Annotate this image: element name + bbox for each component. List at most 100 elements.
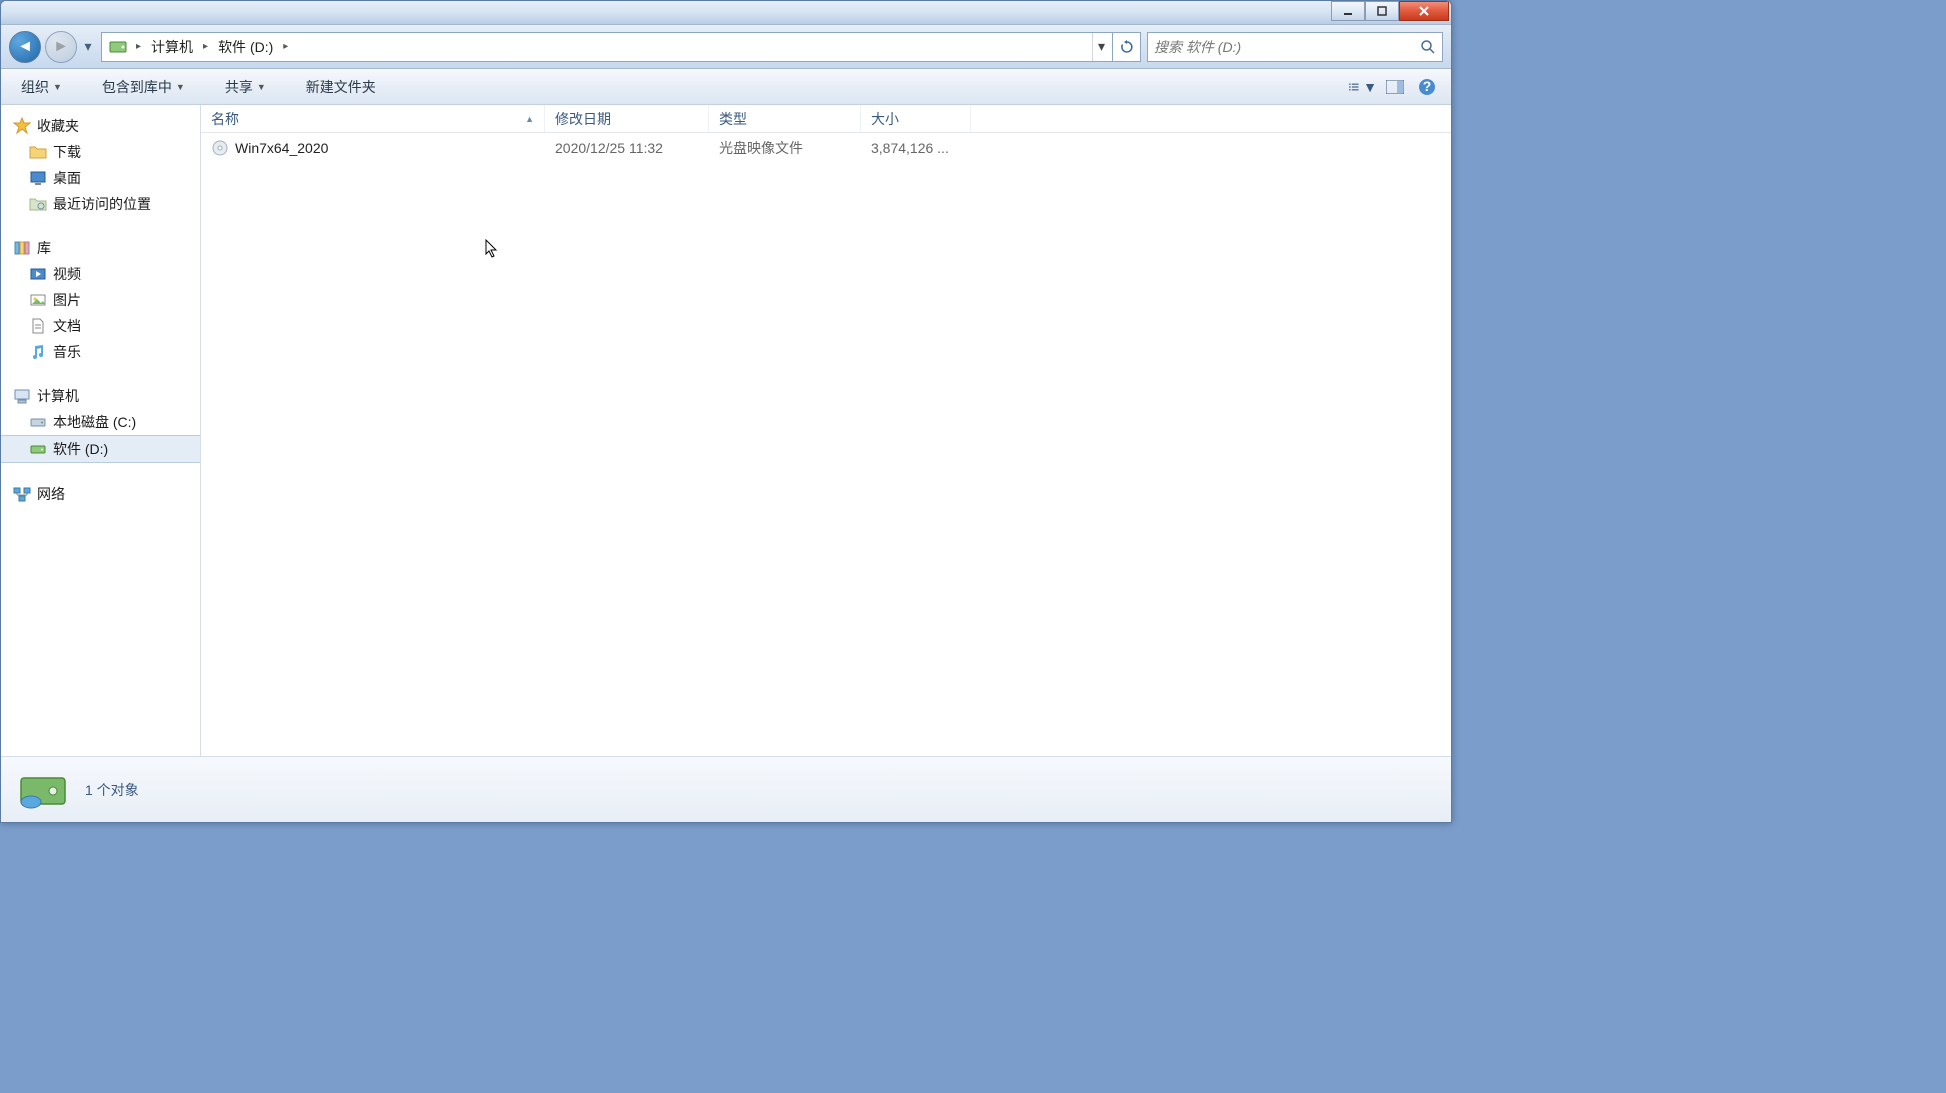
arrow-left-icon: ◄: [17, 38, 33, 56]
sidebar-item-label: 本地磁盘 (C:): [53, 412, 136, 432]
sidebar-item-label: 桌面: [53, 168, 81, 188]
drive-thumbnail-icon: [15, 766, 71, 814]
share-button[interactable]: 共享 ▼: [215, 73, 276, 101]
library-icon: [13, 239, 31, 257]
sidebar-item-recent[interactable]: 最近访问的位置: [1, 191, 200, 217]
refresh-button[interactable]: [1113, 32, 1141, 62]
file-list: 名称 ▲ 修改日期 类型 大小 Win7x64_2020 2020/1: [201, 105, 1451, 756]
column-name[interactable]: 名称 ▲: [201, 105, 545, 132]
picture-icon: [29, 291, 47, 309]
sidebar-item-pictures[interactable]: 图片: [1, 287, 200, 313]
organize-button[interactable]: 组织▼: [11, 73, 72, 101]
sidebar-item-drive-d[interactable]: 软件 (D:): [1, 435, 200, 463]
maximize-button[interactable]: [1365, 1, 1399, 21]
favorites-label: 收藏夹: [37, 116, 79, 136]
svg-text:?: ?: [1423, 78, 1432, 94]
sidebar-item-downloads[interactable]: 下载: [1, 139, 200, 165]
new-folder-button[interactable]: 新建文件夹: [296, 73, 386, 101]
sidebar-item-music[interactable]: 音乐: [1, 339, 200, 365]
file-row[interactable]: Win7x64_2020 2020/12/25 11:32 光盘映像文件 3,8…: [201, 133, 1451, 163]
list-view-icon: [1349, 80, 1359, 94]
network-icon: [13, 485, 31, 503]
sidebar-item-videos[interactable]: 视频: [1, 261, 200, 287]
column-headers: 名称 ▲ 修改日期 类型 大小: [201, 105, 1451, 133]
status-bar: 1 个对象: [1, 756, 1451, 822]
breadcrumb-computer[interactable]: 计算机: [145, 33, 199, 61]
breadcrumb-sep-icon: ▸: [132, 41, 145, 52]
file-name: Win7x64_2020: [235, 140, 328, 156]
view-options-button[interactable]: ▼: [1349, 73, 1377, 101]
help-icon: ?: [1418, 78, 1436, 96]
preview-pane-icon: [1386, 80, 1404, 94]
sidebar-item-label: 图片: [53, 290, 81, 310]
search-input[interactable]: [1154, 39, 1420, 55]
sidebar-item-label: 软件 (D:): [53, 439, 108, 459]
nav-history-dropdown[interactable]: ▾: [81, 38, 95, 55]
new-folder-label: 新建文件夹: [306, 77, 376, 97]
drive-icon: [108, 37, 128, 57]
close-button[interactable]: [1399, 1, 1449, 21]
main-area: 收藏夹 下载 桌面 最近访问的位置 库: [1, 105, 1451, 756]
network-group: 网络: [1, 481, 200, 507]
explorer-window: ◄ ► ▾ ▸ 计算机 ▸ 软件 (D:) ▸ ▾ 组织▼ 包含到库中▼: [0, 0, 1452, 823]
help-button[interactable]: ?: [1413, 73, 1441, 101]
forward-button[interactable]: ►: [45, 31, 77, 63]
computer-group: 计算机 本地磁盘 (C:) 软件 (D:): [1, 383, 200, 463]
back-button[interactable]: ◄: [9, 31, 41, 63]
sidebar-item-label: 下载: [53, 142, 81, 162]
sidebar-libraries[interactable]: 库: [1, 235, 200, 261]
column-type[interactable]: 类型: [709, 105, 861, 132]
status-text: 1 个对象: [85, 780, 139, 800]
address-dropdown[interactable]: ▾: [1092, 33, 1110, 61]
breadcrumb-sep-icon: ▸: [199, 41, 212, 52]
computer-label: 计算机: [37, 386, 79, 406]
navigation-sidebar: 收藏夹 下载 桌面 最近访问的位置 库: [1, 105, 201, 756]
breadcrumb-sep-icon: ▸: [279, 41, 292, 52]
drive-icon: [29, 413, 47, 431]
breadcrumb-drive[interactable]: 软件 (D:): [212, 33, 279, 61]
sidebar-item-label: 文档: [53, 316, 81, 336]
chevron-down-icon: ▼: [53, 82, 62, 92]
column-date-label: 修改日期: [555, 109, 611, 129]
minimize-button[interactable]: [1331, 1, 1365, 21]
iso-file-icon: [211, 139, 229, 157]
document-icon: [29, 317, 47, 335]
address-bar-row: ◄ ► ▾ ▸ 计算机 ▸ 软件 (D:) ▸ ▾: [1, 25, 1451, 69]
column-type-label: 类型: [719, 109, 747, 129]
file-name-cell: Win7x64_2020: [201, 139, 545, 157]
network-label: 网络: [37, 484, 65, 504]
address-box[interactable]: ▸ 计算机 ▸ 软件 (D:) ▸ ▾: [101, 32, 1113, 62]
recent-icon: [29, 195, 47, 213]
sidebar-item-drive-c[interactable]: 本地磁盘 (C:): [1, 409, 200, 435]
file-date: 2020/12/25 11:32: [545, 140, 709, 156]
toolbar: 组织▼ 包含到库中▼ 共享▼ 新建文件夹 ▼ ?: [1, 69, 1451, 105]
include-label: 包含到库中: [102, 77, 172, 97]
column-size-label: 大小: [871, 109, 899, 129]
search-box[interactable]: [1147, 32, 1443, 62]
chevron-down-icon: ▼: [1363, 79, 1377, 95]
chevron-down-icon: ▼: [257, 82, 266, 92]
arrow-right-icon: ►: [53, 38, 69, 56]
column-date[interactable]: 修改日期: [545, 105, 709, 132]
column-size[interactable]: 大小: [861, 105, 971, 132]
desktop-icon: [29, 169, 47, 187]
sidebar-item-label: 最近访问的位置: [53, 194, 151, 214]
share-label: 共享: [225, 77, 253, 97]
preview-pane-button[interactable]: [1381, 73, 1409, 101]
libraries-group: 库 视频 图片 文档 音乐: [1, 235, 200, 365]
window-controls: [1331, 1, 1449, 21]
file-size: 3,874,126 ...: [861, 140, 971, 156]
file-type: 光盘映像文件: [709, 138, 861, 158]
sidebar-item-label: 视频: [53, 264, 81, 284]
include-library-button[interactable]: 包含到库中▼: [92, 73, 195, 101]
sidebar-network[interactable]: 网络: [1, 481, 200, 507]
sidebar-computer[interactable]: 计算机: [1, 383, 200, 409]
sidebar-favorites[interactable]: 收藏夹: [1, 113, 200, 139]
sidebar-item-documents[interactable]: 文档: [1, 313, 200, 339]
sort-ascending-icon: ▲: [525, 114, 534, 124]
favorites-group: 收藏夹 下载 桌面 最近访问的位置: [1, 113, 200, 217]
folder-icon: [29, 143, 47, 161]
search-icon: [1420, 39, 1436, 55]
sidebar-item-desktop[interactable]: 桌面: [1, 165, 200, 191]
computer-icon: [13, 387, 31, 405]
